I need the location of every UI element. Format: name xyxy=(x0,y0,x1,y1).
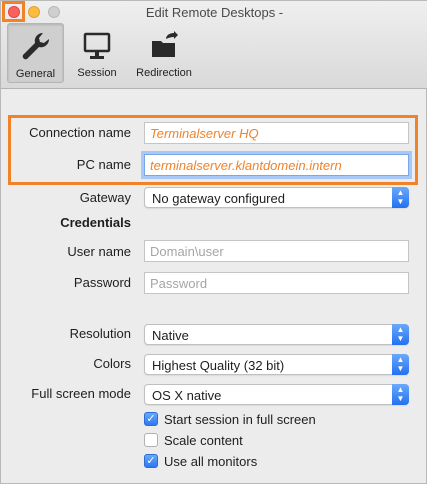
edit-remote-desktops-window: Edit Remote Desktops - General Session R… xyxy=(0,0,427,484)
start-full-screen-checkbox[interactable]: ✓ Start session in full screen xyxy=(144,411,316,427)
use-all-monitors-label: Use all monitors xyxy=(164,453,258,469)
chevron-up-down-icon: ▲ ▼ xyxy=(392,354,409,375)
checkmark-icon: ✓ xyxy=(144,412,158,426)
gateway-label: Gateway xyxy=(79,190,131,205)
tab-session-label: Session xyxy=(77,67,117,79)
resolution-select[interactable]: Native ▲ ▼ xyxy=(144,324,409,345)
gateway-select[interactable]: No gateway configured ▲ ▼ xyxy=(144,187,409,208)
pc-name-field[interactable]: terminalserver.klantdomein.intern xyxy=(144,154,409,176)
tab-redirection-label: Redirection xyxy=(136,67,192,79)
checkmark-icon: ✓ xyxy=(144,454,158,468)
connection-name-field[interactable]: Terminalserver HQ xyxy=(144,122,409,144)
credentials-heading: Credentials xyxy=(60,215,131,230)
chevron-up-down-icon: ▲ ▼ xyxy=(392,187,409,208)
user-name-field[interactable]: Domain\user xyxy=(144,240,409,262)
tab-general-label: General xyxy=(15,68,56,80)
full-screen-mode-value: OS X native xyxy=(152,388,222,403)
colors-select[interactable]: Highest Quality (32 bit) ▲ ▼ xyxy=(144,354,409,375)
scale-content-label: Scale content xyxy=(164,432,243,448)
password-field[interactable]: Password xyxy=(144,272,409,294)
colors-value: Highest Quality (32 bit) xyxy=(152,358,285,373)
resolution-label: Resolution xyxy=(69,326,131,341)
start-full-screen-label: Start session in full screen xyxy=(164,411,316,427)
wrench-icon xyxy=(22,32,49,60)
pc-name-label: PC name xyxy=(76,157,131,172)
window-title: Edit Remote Desktops - xyxy=(145,5,284,20)
unchecked-box-icon xyxy=(144,433,158,447)
full-screen-mode-select[interactable]: OS X native ▲ ▼ xyxy=(144,384,409,405)
tab-general[interactable]: General xyxy=(7,23,64,83)
resolution-value: Native xyxy=(152,328,189,343)
use-all-monitors-checkbox[interactable]: ✓ Use all monitors xyxy=(144,453,257,469)
chevron-up-down-icon: ▲ ▼ xyxy=(392,384,409,405)
colors-label: Colors xyxy=(93,356,131,371)
full-screen-mode-label: Full screen mode xyxy=(31,386,131,401)
toolbar: Edit Remote Desktops - General Session R… xyxy=(1,1,427,89)
user-name-label: User name xyxy=(67,244,131,259)
tab-redirection[interactable]: Redirection xyxy=(129,23,199,83)
tab-session[interactable]: Session xyxy=(71,23,123,83)
scale-content-checkbox[interactable]: Scale content xyxy=(144,432,243,448)
gateway-value: No gateway configured xyxy=(152,191,285,206)
monitor-icon xyxy=(83,32,111,59)
chevron-up-down-icon: ▲ ▼ xyxy=(392,324,409,345)
general-settings-panel: Connection name Terminalserver HQ PC nam… xyxy=(1,90,427,484)
connection-name-label: Connection name xyxy=(29,125,131,140)
password-label: Password xyxy=(73,275,131,290)
folder-redirect-icon xyxy=(152,31,178,57)
